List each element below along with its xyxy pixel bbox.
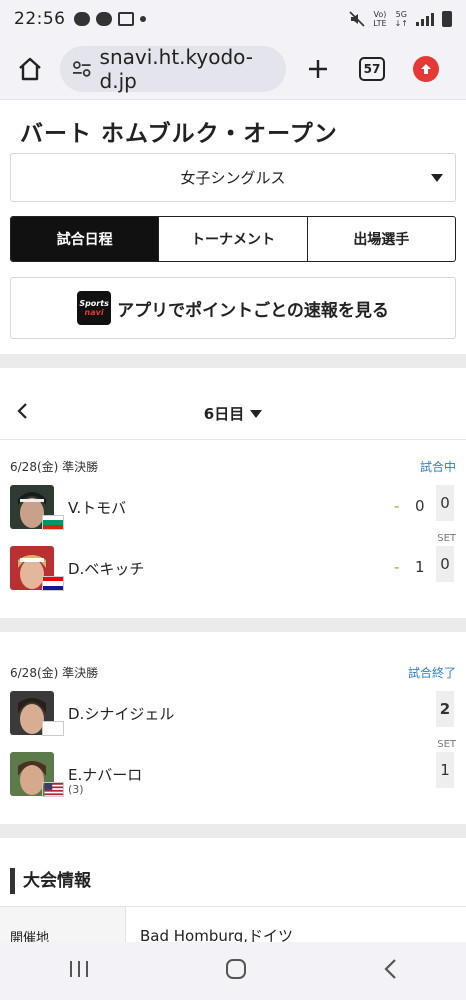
venue-key: 開催地	[0, 907, 126, 942]
calendar-icon	[117, 12, 134, 26]
page-title: バート ホムブルク・オープン	[20, 121, 338, 147]
player-name: D.ベキッチ	[68, 560, 145, 578]
logo-text-top: Sports	[79, 299, 109, 308]
net-top: 5G	[395, 10, 407, 19]
update-arrow-icon	[413, 55, 439, 82]
cloud-icon	[95, 12, 112, 26]
flag-usa-icon	[42, 782, 64, 797]
tab-tournament[interactable]: トーナメント	[158, 217, 306, 261]
tab-count: 57	[359, 56, 385, 81]
back-nav-button[interactable]	[382, 958, 398, 984]
set-score: 0	[436, 485, 454, 521]
set-score: 2	[436, 691, 454, 727]
event-select[interactable]: 女子シングルス	[10, 153, 456, 202]
flag-croatia-icon	[42, 576, 64, 591]
day-select[interactable]: 6日目	[0, 403, 466, 424]
match-date-round: 6/28(金) 準決勝	[10, 460, 99, 474]
set-label: SET	[437, 533, 456, 544]
player-row: E.ナバーロ (3) 1	[0, 752, 466, 802]
tournament-info-table: 開催地 Bad Homburg,ドイツ	[0, 906, 466, 942]
match-status: 試合中	[419, 460, 456, 474]
address-bar[interactable]: snavi.ht.kyodo-d.jp	[60, 44, 286, 93]
match-status: 試合終了	[407, 666, 456, 680]
set-score: 0	[436, 546, 454, 582]
volte-indicator: Vo) LTE	[373, 10, 386, 28]
net-bottom: ↓↑	[394, 19, 408, 28]
serve-indicator: -	[394, 497, 400, 515]
flag-blank-icon	[42, 721, 64, 736]
new-tab-button[interactable]	[298, 49, 338, 89]
more-notifications-icon	[139, 16, 146, 22]
venue-value: Bad Homburg,ドイツ	[140, 927, 294, 942]
event-select-value: 女子シングルス	[180, 169, 286, 187]
day-navigator: 6日目	[0, 386, 466, 440]
logo-text-bottom: navi	[84, 308, 104, 317]
mute-icon	[349, 11, 365, 27]
tab-schedule[interactable]: 試合日程	[11, 217, 159, 261]
notification-icons	[73, 12, 146, 26]
game-score: 1	[415, 558, 425, 576]
game-score: 0	[415, 497, 425, 515]
player-name: V.トモバ	[68, 499, 127, 517]
battery-icon	[442, 11, 452, 27]
tab-switcher-button[interactable]: 57	[352, 49, 392, 89]
app-banner-button[interactable]: Sports navi アプリでポイントごとの速報を見る	[10, 277, 456, 339]
home-icon	[19, 57, 41, 80]
tab-players[interactable]: 出場選手	[306, 217, 455, 261]
match-date-round: 6/28(金) 準決勝	[10, 666, 99, 680]
status-time: 22:56	[14, 9, 66, 29]
caret-down-icon	[250, 410, 263, 418]
flag-bulgaria-icon	[42, 515, 64, 530]
recent-apps-icon	[69, 961, 88, 977]
player-name: D.シナイジェル	[68, 705, 175, 723]
section-divider	[0, 618, 466, 632]
dropdown-caret-icon	[431, 174, 443, 182]
plus-icon	[309, 59, 327, 78]
player-row: V.トモバ - 0 0	[0, 485, 466, 535]
signal-icon	[416, 12, 434, 26]
network-5g-indicator: 5G ↓↑	[395, 10, 408, 28]
back-nav-icon	[384, 959, 397, 979]
player-seed: (3)	[68, 783, 84, 796]
set-label: SET	[437, 739, 456, 750]
home-nav-button[interactable]	[225, 958, 247, 984]
system-nav-bar	[0, 942, 466, 1000]
serve-indicator: -	[394, 558, 400, 576]
page-content: バート ホムブルク・オープン 女子シングルス 試合日程 トーナメント 出場選手 …	[0, 100, 466, 942]
app-banner-label: アプリでポイントごとの速報を見る	[117, 300, 389, 321]
player-row: D.ベキッチ - 1 0	[0, 546, 466, 596]
status-right: Vo) LTE 5G ↓↑	[349, 10, 452, 28]
recent-apps-button[interactable]	[68, 959, 90, 983]
url-text: snavi.ht.kyodo-d.jp	[99, 44, 253, 93]
home-button[interactable]	[10, 49, 50, 89]
match-card[interactable]: 6/28(金) 準決勝 試合終了 D.シナイジェル 2 SET E.ナバーロ (…	[0, 664, 466, 814]
volte-bottom: LTE	[373, 19, 387, 28]
set-score: 1	[436, 752, 454, 788]
section-divider	[0, 824, 466, 838]
sports-navi-logo: Sports navi	[77, 291, 112, 325]
site-settings-icon	[72, 60, 91, 77]
match-card[interactable]: 6/28(金) 準決勝 試合中 V.トモバ - 0 0 SET D.ベキッチ -…	[0, 458, 466, 608]
browser-toolbar: snavi.ht.kyodo-d.jp 57	[0, 38, 466, 100]
status-bar: 22:56 Vo) LTE 5G ↓↑	[0, 0, 466, 38]
schedule-tabs: 試合日程 トーナメント 出場選手	[10, 216, 456, 262]
day-label: 6日目	[203, 405, 245, 423]
line-icon	[73, 12, 90, 26]
tournament-info-title: 大会情報	[10, 868, 91, 894]
home-nav-icon	[225, 959, 246, 979]
update-button[interactable]	[406, 49, 446, 89]
player-row: D.シナイジェル 2	[0, 691, 466, 741]
section-divider	[0, 354, 466, 368]
volte-top: Vo)	[373, 10, 387, 19]
player-name: E.ナバーロ	[68, 766, 143, 784]
